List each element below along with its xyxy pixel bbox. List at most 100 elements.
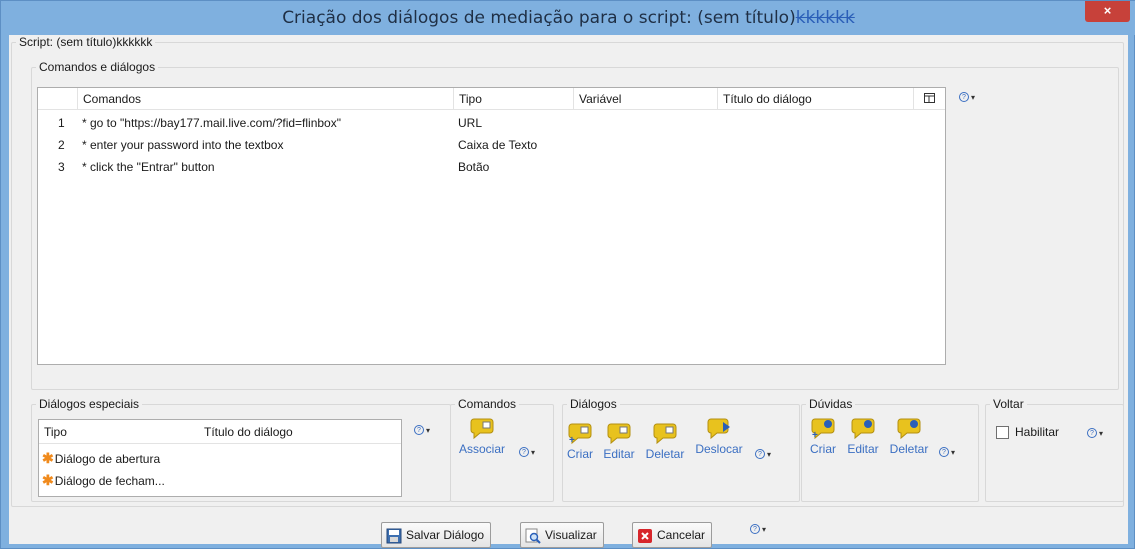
dialogs-toolbar-help-button[interactable]: ? ▾: [755, 449, 771, 460]
row-number-header: [38, 88, 78, 110]
special-dialogs-help-button[interactable]: ? ▾: [414, 425, 430, 436]
commands-table[interactable]: Comandos Tipo Variável Título do diálogo…: [37, 87, 946, 365]
commands-toolbar-help-button[interactable]: ? ▾: [519, 447, 535, 458]
delete-dialog-label: Deletar: [645, 447, 685, 461]
move-dialog-button[interactable]: Deslocar: [691, 416, 747, 456]
type-cell: Botão: [458, 160, 490, 174]
edit-question-bubble-icon: [851, 418, 875, 440]
help-icon: ?: [939, 447, 949, 458]
help-icon: ?: [755, 449, 765, 460]
add-question-bubble-icon: +: [811, 418, 835, 440]
table-row[interactable]: 1 * go to "https://bay177.mail.live.com/…: [38, 112, 945, 134]
help-icon: ?: [519, 447, 529, 458]
add-bubble-icon: +: [568, 423, 592, 445]
window-title-strike: kkkkkk: [795, 8, 855, 28]
help-icon: ?: [414, 425, 424, 436]
delete-doubt-button[interactable]: Deletar: [885, 416, 933, 456]
svg-text:+: +: [569, 435, 575, 445]
list-item[interactable]: ✱Diálogo de fecham...: [39, 469, 401, 491]
delete-bubble-icon: [653, 423, 677, 445]
special-dialog-type: Diálogo de fecham...: [54, 474, 165, 488]
column-header-variable[interactable]: Variável: [574, 88, 718, 110]
chevron-down-icon: ▾: [971, 92, 976, 102]
special-dialog-type: Diálogo de abertura: [54, 452, 161, 466]
table-row[interactable]: 2 * enter your password into the textbox…: [38, 134, 945, 156]
script-group-legend: Script: (sem título)kkkkkk: [19, 35, 153, 49]
cancel-label: Cancelar: [657, 528, 706, 542]
command-cell: * click the "Entrar" button: [82, 160, 215, 174]
special-dialogs-table[interactable]: Tipo Título do diálogo ✱Diálogo de abert…: [38, 419, 402, 497]
window-title: Criação dos diálogos de mediação para o …: [1, 8, 1135, 28]
column-header-commands[interactable]: Comandos: [78, 88, 454, 110]
speech-bubble-icon: [470, 418, 494, 440]
close-icon: ×: [1103, 3, 1112, 18]
edit-doubt-button[interactable]: Editar: [843, 416, 883, 456]
help-icon: ?: [1087, 428, 1097, 439]
list-item[interactable]: ✱Diálogo de abertura: [39, 447, 401, 469]
type-cell: URL: [458, 116, 483, 130]
doubts-toolbar-legend: Dúvidas: [809, 397, 853, 411]
svg-text:+: +: [812, 430, 818, 440]
chevron-down-icon: ▾: [1099, 428, 1104, 438]
delete-doubt-label: Deletar: [889, 442, 929, 456]
commands-table-header: Comandos Tipo Variável Título do diálogo: [38, 88, 945, 110]
create-doubt-label: Criar: [810, 442, 836, 456]
column-header-dialog-title[interactable]: Título do diálogo: [718, 88, 914, 110]
commands-toolbar-legend: Comandos: [458, 397, 517, 411]
back-help-button[interactable]: ? ▾: [1087, 428, 1103, 439]
enable-label: Habilitar: [1015, 425, 1060, 439]
commands-dialogs-legend: Comandos e diálogos: [39, 60, 156, 74]
dialog-body: Script: (sem título)kkkkkk Comandos e di…: [9, 35, 1128, 548]
chevron-down-icon: ▾: [531, 447, 536, 457]
special-dialogs-header: Tipo Título do diálogo: [39, 420, 401, 444]
type-cell: Caixa de Texto: [458, 138, 538, 152]
footer-help-button[interactable]: ? ▾: [750, 524, 766, 535]
command-cell: * enter your password into the textbox: [82, 138, 284, 152]
enable-checkbox[interactable]: [996, 426, 1009, 440]
dialog-window: Criação dos diálogos de mediação para o …: [0, 0, 1135, 549]
delete-question-bubble-icon: [897, 418, 921, 440]
enable-checkbox-row[interactable]: Habilitar: [996, 425, 1060, 440]
chevron-down-icon: ▾: [426, 425, 431, 435]
commands-help-button[interactable]: ? ▾: [959, 92, 975, 103]
save-dialog-button[interactable]: Salvar Diálogo: [381, 522, 492, 548]
row-number: 2: [58, 138, 65, 152]
window-title-text: Criação dos diálogos de mediação para o …: [282, 8, 796, 28]
delete-dialog-button[interactable]: Deletar: [641, 421, 689, 461]
cancel-button[interactable]: Cancelar: [632, 522, 713, 548]
column-header-dialog-title[interactable]: Título do diálogo: [199, 420, 399, 444]
edit-bubble-icon: [607, 423, 631, 445]
edit-dialog-label: Editar: [603, 447, 635, 461]
column-header-type[interactable]: Tipo: [454, 88, 574, 110]
floppy-icon: [386, 528, 402, 544]
back-group-legend: Voltar: [993, 397, 1024, 411]
edit-dialog-button[interactable]: Editar: [599, 421, 639, 461]
column-chooser-icon[interactable]: [914, 88, 945, 110]
preview-label: Visualizar: [545, 528, 597, 542]
column-header-type[interactable]: Tipo: [39, 420, 199, 444]
associate-button[interactable]: Associar: [457, 416, 507, 456]
chevron-down-icon: ▾: [951, 447, 956, 457]
magnifier-icon: [525, 528, 541, 544]
help-icon: ?: [750, 524, 760, 535]
edit-doubt-label: Editar: [847, 442, 879, 456]
save-dialog-label: Salvar Diálogo: [406, 528, 485, 542]
chevron-down-icon: ▾: [767, 449, 772, 459]
row-number: 1: [58, 116, 65, 130]
help-icon: ?: [959, 92, 969, 103]
create-dialog-label: Criar: [567, 447, 593, 461]
create-doubt-button[interactable]: + Criar: [805, 416, 841, 456]
row-number: 3: [58, 160, 65, 174]
star-icon: ✱: [42, 472, 54, 488]
back-group: Voltar: [985, 397, 1124, 502]
associate-label: Associar: [458, 442, 505, 456]
dialogs-toolbar-legend: Diálogos: [570, 397, 617, 411]
close-button[interactable]: ×: [1085, 1, 1130, 22]
title-bar[interactable]: Criação dos diálogos de mediação para o …: [1, 1, 1135, 35]
create-dialog-button[interactable]: + Criar: [563, 421, 597, 461]
table-row[interactable]: 3 * click the "Entrar" button Botão: [38, 156, 945, 178]
special-dialogs-legend: Diálogos especiais: [39, 397, 140, 411]
preview-button[interactable]: Visualizar: [520, 522, 604, 548]
command-cell: * go to "https://bay177.mail.live.com/?f…: [82, 116, 341, 130]
doubts-toolbar-help-button[interactable]: ? ▾: [939, 447, 955, 458]
